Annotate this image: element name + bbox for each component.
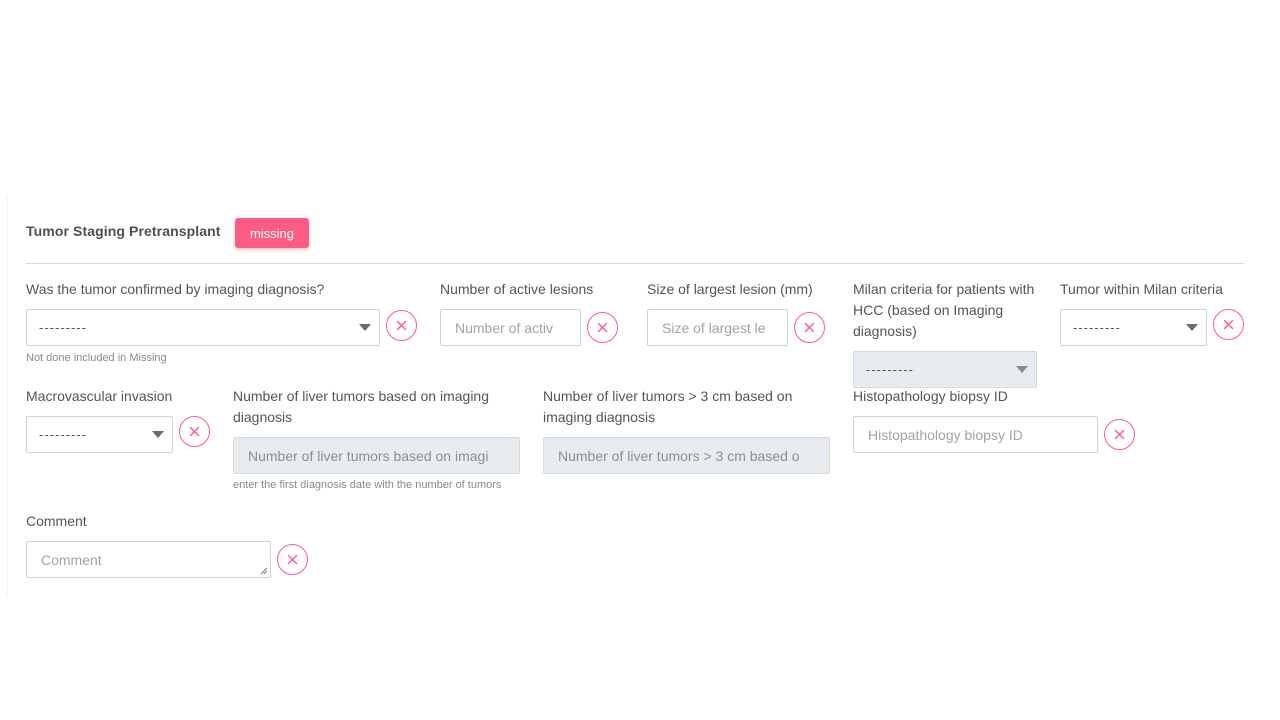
section-title: Tumor Staging Pretransplant: [26, 223, 221, 239]
close-icon: [1114, 429, 1125, 440]
imaging-confirmed-select[interactable]: ---------: [26, 309, 380, 346]
close-icon: [189, 426, 200, 437]
within-milan-value: ---------: [1073, 320, 1121, 335]
clear-within-milan-button[interactable]: [1213, 309, 1244, 340]
liver-tumors-field: [233, 437, 520, 474]
comment-field: [26, 541, 271, 578]
milan-hcc-label: Milan criteria for patients with HCC (ba…: [853, 281, 1035, 339]
macrovascular-select[interactable]: ---------: [26, 416, 173, 453]
comment-textarea[interactable]: [39, 549, 270, 570]
status-badge: missing: [235, 218, 309, 248]
clear-biopsy-id-button[interactable]: [1104, 419, 1135, 450]
resize-handle-icon[interactable]: [260, 567, 268, 575]
close-icon: [804, 322, 815, 333]
liver-tumors-3cm-input[interactable]: [556, 447, 829, 464]
active-lesions-field: [440, 309, 581, 346]
liver-tumors-3cm-field: [543, 437, 830, 474]
active-lesions-label: Number of active lesions: [440, 281, 594, 297]
biopsy-id-input[interactable]: [866, 426, 1097, 443]
close-icon: [396, 320, 407, 331]
within-milan-label: Tumor within Milan criteria: [1060, 281, 1223, 297]
imaging-confirmed-help: Not done included in Missing: [26, 352, 167, 364]
biopsy-id-field: [853, 416, 1098, 453]
chevron-down-icon: [1186, 324, 1198, 331]
liver-tumors-label: Number of liver tumors based on imaging …: [233, 388, 490, 425]
milan-hcc-select[interactable]: ---------: [853, 351, 1037, 388]
active-lesions-input[interactable]: [453, 319, 580, 336]
clear-largest-lesion-button[interactable]: [794, 312, 825, 343]
clear-active-lesions-button[interactable]: [587, 312, 618, 343]
clear-comment-button[interactable]: [277, 544, 308, 575]
macrovascular-label: Macrovascular invasion: [26, 388, 173, 404]
within-milan-select[interactable]: ---------: [1060, 309, 1207, 346]
largest-lesion-label: Size of largest lesion (mm): [647, 281, 813, 297]
comment-label: Comment: [26, 513, 87, 529]
close-icon: [1223, 319, 1234, 330]
chevron-down-icon: [152, 431, 164, 438]
close-icon: [597, 322, 608, 333]
liver-tumors-help: enter the first diagnosis date with the …: [233, 479, 502, 491]
largest-lesion-input[interactable]: [660, 319, 787, 336]
chevron-down-icon: [1016, 366, 1028, 373]
liver-tumors-input[interactable]: [246, 447, 519, 464]
liver-tumors-3cm-label: Number of liver tumors > 3 cm based on i…: [543, 388, 793, 425]
imaging-confirmed-value: ---------: [39, 320, 87, 335]
milan-hcc-value: ---------: [866, 362, 914, 377]
imaging-confirmed-label: Was the tumor confirmed by imaging diagn…: [26, 281, 325, 297]
biopsy-id-label: Histopathology biopsy ID: [853, 388, 1008, 404]
clear-macrovascular-button[interactable]: [179, 416, 210, 447]
clear-imaging-confirmed-button[interactable]: [386, 310, 417, 341]
chevron-down-icon: [359, 324, 371, 331]
close-icon: [287, 554, 298, 565]
macrovascular-value: ---------: [39, 427, 87, 442]
section-divider: [26, 263, 1244, 264]
largest-lesion-field: [647, 309, 788, 346]
